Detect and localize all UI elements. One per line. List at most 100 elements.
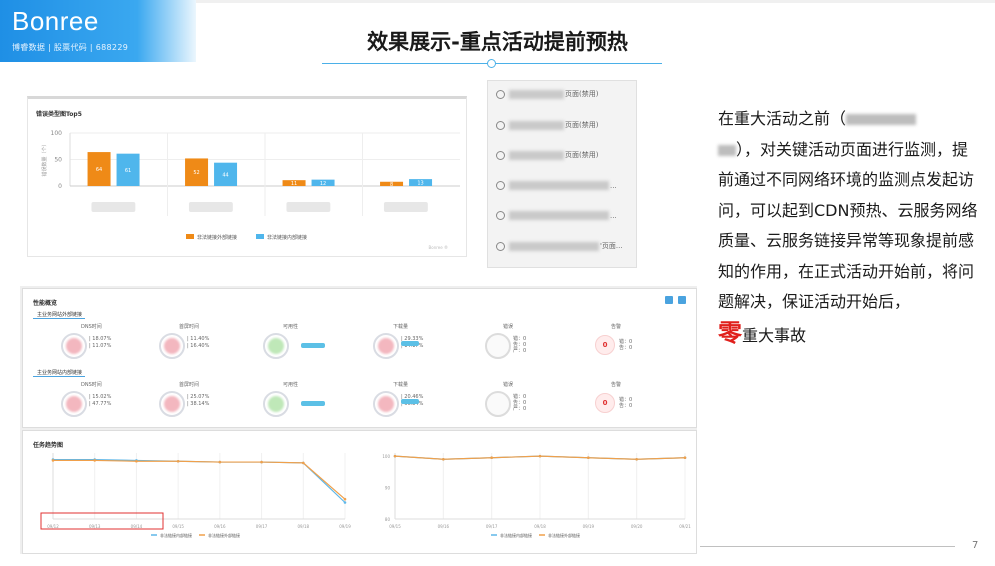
x-tick-label: 09/15 (172, 524, 184, 529)
category-label-redacted (383, 202, 428, 212)
alert-count: 0 (595, 393, 615, 413)
legend-label: 非法链接外部链接 (208, 532, 240, 538)
task-list-item[interactable]: 页面(禁用) (496, 89, 598, 103)
title-dot-icon (487, 59, 496, 68)
series-point (135, 459, 138, 463)
x-tick-label: 09/16 (438, 524, 450, 529)
metric-label: 告警 (611, 324, 622, 330)
series-point (218, 460, 222, 464)
task-list-item[interactable]: 页面(禁用) (496, 120, 598, 134)
series-point (587, 456, 590, 460)
metric-percent: | 47.77% (89, 401, 112, 407)
gauge-icon (159, 333, 185, 359)
series-line (53, 459, 346, 503)
error-ring (485, 333, 511, 359)
x-tick-label: 09/18 (298, 524, 310, 529)
y-axis-label: 错误数量（个） (41, 141, 48, 176)
metric-label: 错误 (503, 382, 514, 388)
series-point (683, 456, 687, 460)
watermark: Bonree ® (429, 245, 448, 250)
gauge-icon (373, 333, 399, 359)
category-label-redacted (91, 202, 136, 212)
metric-percent: | 11.07% (89, 343, 112, 349)
clock-icon (496, 211, 505, 220)
bar-chart: 0 50 100错误数量（个） 64 61 52 44 11 12 8 13 非法链接外部链接 非法链接… (41, 130, 460, 250)
metric-percent: | 16.40% (187, 343, 210, 349)
task-list-item[interactable]: 页面(禁用) (496, 150, 598, 164)
metric-label: 告警 (611, 382, 622, 388)
alert-detail: 告：0 (619, 403, 633, 409)
clock-icon (496, 150, 505, 160)
bar-value-label: 11 (291, 181, 297, 187)
availability-bar (301, 401, 325, 406)
y-tick-label: 90 (385, 486, 391, 491)
alert-detail: 告：0 (619, 345, 633, 351)
bar-value-label: 52 (193, 170, 199, 176)
y-tick-label: 100 (51, 130, 63, 137)
top-bar (196, 0, 995, 3)
clock-icon (496, 89, 505, 99)
legend-label: 非法链接外部链接 (197, 234, 237, 241)
trend-charts: 09/12 09/13 09/14 09/15 09/16 09/17 09/18 09/19… (40, 453, 691, 538)
metric-percent: | 38.14% (187, 401, 210, 407)
page-title: 效果展示-重点活动提前预热 (367, 30, 628, 54)
gauge-icon (61, 391, 87, 417)
legend-swatch (256, 234, 264, 239)
legend-label: 非法链接内部链接 (160, 532, 192, 538)
error-ring (485, 391, 511, 417)
error-count: 严：0 (513, 406, 527, 412)
legend-label: 非法链接内部链接 (500, 532, 532, 538)
x-tick-label: 09/13 (89, 524, 101, 529)
series-point (490, 456, 493, 460)
bar-value-label: 64 (96, 167, 102, 173)
perf-title: 性能概览 (33, 300, 58, 307)
series-point (260, 460, 263, 464)
metric-label: 下载量 (393, 324, 409, 330)
error-count: 严：0 (513, 348, 527, 354)
metric-percent: | 15.02% (89, 394, 112, 400)
x-tick-label: 09/19 (339, 524, 351, 529)
metric-label: 首屏时间 (179, 324, 200, 330)
legend-label: 非法链接内部链接 (267, 234, 307, 241)
availability-bar (301, 343, 325, 348)
error-type-chart-panel: 错误类型图Top5 0 50 100 错误数量（个） 64 61 52 44 11 12 8 13 非法… (27, 96, 467, 257)
series-point (635, 457, 638, 461)
y-tick-label: 0 (58, 183, 62, 190)
x-tick-label: 09/17 (256, 524, 268, 529)
series-point (343, 501, 347, 504)
task-list-item[interactable]: ... (496, 181, 617, 195)
y-tick-label: 50 (54, 157, 62, 164)
metric-label: 错误 (503, 324, 514, 330)
series-point (393, 454, 397, 458)
metric-label: 可用性 (283, 324, 299, 330)
series-point (51, 459, 55, 462)
bar-value-label: 8 (390, 182, 393, 188)
series-line (53, 459, 346, 500)
category-label-redacted (286, 202, 331, 212)
x-tick-label: 09/20 (631, 524, 643, 529)
zero-highlight: 零 (718, 318, 742, 347)
export-icon[interactable] (665, 296, 673, 304)
description-text: 在重大活动之前（ ），对关键活动页面进行监测，提前通过不同网络环境的监测点发起访… (718, 109, 978, 347)
metric-label: DNS时间 (81, 382, 102, 388)
gauge-icon (61, 333, 87, 359)
series-point (343, 497, 347, 501)
fullscreen-icon[interactable] (678, 296, 686, 304)
x-tick-label: 09/16 (214, 524, 226, 529)
x-tick-label: 09/12 (47, 524, 59, 529)
x-tick-label: 09/19 (583, 524, 595, 529)
gauge-icon (263, 391, 289, 417)
task-list-item[interactable]: ... (496, 211, 617, 225)
task-trend-panel: 任务趋势图 09/12 09/13 09/14 09/15 09/16 09/17 09/1… (22, 430, 697, 554)
legend-swatch (186, 234, 194, 239)
row2-label: 主业务网站内部链接 (37, 370, 83, 376)
category-label-redacted (188, 202, 233, 212)
download-bar (401, 341, 419, 346)
task-list-item[interactable]: '页面... (496, 241, 623, 255)
metric-percent: | 25.07% (187, 394, 210, 400)
metric-label: 下载量 (393, 382, 409, 388)
legend-label: 非法链接外部链接 (548, 532, 580, 538)
highlight-box (40, 512, 164, 530)
y-tick-label: 100 (382, 454, 390, 459)
bar-value-label: 61 (125, 168, 131, 174)
